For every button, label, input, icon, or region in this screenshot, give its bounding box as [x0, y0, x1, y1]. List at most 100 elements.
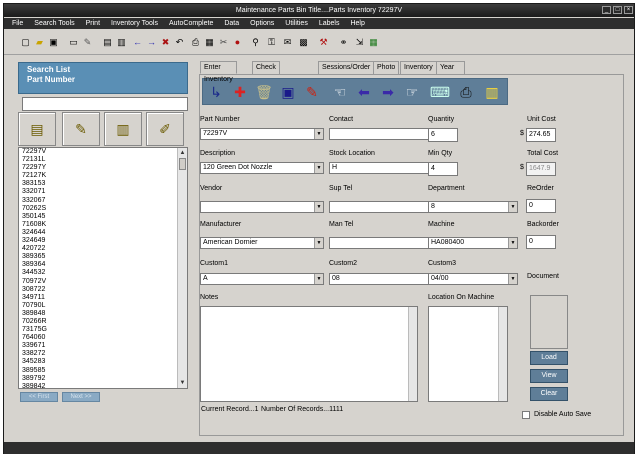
list-item[interactable]: 332071: [19, 188, 187, 196]
part-number-list[interactable]: 72297V 72131L 72297Y 72127K 383153 332071 3320…: [18, 147, 188, 389]
list-item[interactable]: 350145: [19, 213, 187, 221]
menu-file[interactable]: File: [4, 18, 26, 29]
chevron-down-icon[interactable]: ▼: [314, 274, 323, 284]
list-item[interactable]: 70790L: [19, 302, 187, 310]
list-item[interactable]: 420722: [19, 245, 187, 253]
clear-button[interactable]: Clear: [530, 387, 568, 401]
next-arrow-icon[interactable]: ➡: [377, 82, 399, 102]
point-right-icon[interactable]: ☞: [401, 82, 423, 102]
search-input[interactable]: [22, 97, 188, 111]
list-item[interactable]: 70262S: [19, 205, 187, 213]
trash-icon[interactable]: 🗑: [253, 82, 275, 102]
department-combo[interactable]: 8 ▼: [428, 201, 518, 213]
tab-check-parts[interactable]: Check Parts In/Out: [252, 61, 280, 95]
menu-options[interactable]: Options: [242, 18, 277, 29]
list-item[interactable]: 332067: [19, 197, 187, 205]
chevron-down-icon[interactable]: ▼: [508, 274, 517, 284]
list-item[interactable]: 338272: [19, 350, 187, 358]
back-arrow-icon[interactable]: ←: [132, 37, 143, 48]
list-item[interactable]: 70266R: [19, 318, 187, 326]
list-item[interactable]: 345283: [19, 358, 187, 366]
forward-arrow-icon[interactable]: →: [146, 37, 157, 48]
previous-arrow-icon[interactable]: ⬅: [353, 82, 375, 102]
chevron-down-icon[interactable]: ▼: [508, 202, 517, 212]
export-icon[interactable]: ⇲: [354, 37, 365, 48]
location-scrollbar[interactable]: [498, 307, 507, 401]
scroll-thumb[interactable]: [179, 158, 186, 170]
new-icon[interactable]: ▢: [20, 37, 31, 48]
save-icon[interactable]: ▣: [48, 37, 59, 48]
menu-utilities[interactable]: Utilities: [277, 18, 311, 29]
list-item[interactable]: 72131L: [19, 156, 187, 164]
print-icon[interactable]: ⎙: [190, 37, 201, 48]
reorder-field[interactable]: 0: [526, 199, 556, 213]
search-notes-button[interactable]: ✎: [62, 112, 100, 146]
menu-inventory-tools[interactable]: Inventory Tools: [103, 18, 161, 29]
chevron-down-icon[interactable]: ▼: [314, 129, 323, 139]
list-item[interactable]: 389364: [19, 261, 187, 269]
sheet-icon[interactable]: ▦: [368, 37, 379, 48]
barcode-icon[interactable]: ▥: [481, 82, 503, 102]
disable-autosave-checkbox[interactable]: [522, 411, 530, 419]
mail-icon[interactable]: ✉: [282, 37, 293, 48]
part-number-combo[interactable]: 72297V ▼: [200, 128, 324, 140]
document-icon[interactable]: ▤: [102, 37, 113, 48]
notes-scrollbar[interactable]: [408, 307, 417, 401]
list-item[interactable]: 389842: [19, 383, 187, 388]
menu-search-tools[interactable]: Search Tools: [26, 18, 77, 29]
tab-year-charts[interactable]: Year Charts: [436, 61, 465, 83]
list-item[interactable]: 339671: [19, 342, 187, 350]
minimize-button[interactable]: _: [602, 6, 611, 14]
list-item[interactable]: 72297Y: [19, 164, 187, 172]
list-item[interactable]: 72297V: [19, 148, 187, 156]
menu-data[interactable]: Data: [216, 18, 242, 29]
printer-icon[interactable]: ▦: [204, 37, 215, 48]
list-item[interactable]: 389585: [19, 367, 187, 375]
chevron-down-icon[interactable]: ▼: [508, 238, 517, 248]
search-edit-button[interactable]: ✐: [146, 112, 184, 146]
list-item[interactable]: 389848: [19, 310, 187, 318]
unit-cost-field[interactable]: 274.65: [526, 128, 556, 142]
location-textarea[interactable]: [428, 306, 508, 402]
list-item[interactable]: 73175G: [19, 326, 187, 334]
search-list-button[interactable]: ▥: [104, 112, 142, 146]
list-item[interactable]: 349711: [19, 294, 187, 302]
chevron-down-icon[interactable]: ▼: [314, 238, 323, 248]
menu-print[interactable]: Print: [78, 18, 103, 29]
list-item[interactable]: 324644: [19, 229, 187, 237]
search-icon[interactable]: ⚲: [250, 37, 261, 48]
chevron-down-icon[interactable]: ▼: [314, 163, 323, 173]
description-combo[interactable]: 120 Green Dot Nozzle ▼: [200, 162, 324, 174]
printer-label-icon[interactable]: ⎙: [455, 82, 477, 102]
chevron-down-icon[interactable]: ▼: [314, 202, 323, 212]
report-icon[interactable]: ▥: [116, 37, 127, 48]
list-item[interactable]: 324649: [19, 237, 187, 245]
maximize-button[interactable]: □: [613, 6, 622, 14]
link-icon[interactable]: ⚭: [338, 37, 349, 48]
point-left-icon[interactable]: ☜: [329, 82, 351, 102]
load-button[interactable]: Load: [530, 351, 568, 365]
tab-inventory[interactable]: Inventory: [400, 61, 437, 74]
edit-note-icon[interactable]: ✎: [301, 82, 323, 102]
backorder-field[interactable]: 0: [526, 235, 556, 249]
tab-photo[interactable]: Photo: [373, 61, 400, 74]
manufacturer-combo[interactable]: American Dornier ▼: [200, 237, 324, 249]
notes-textarea[interactable]: [200, 306, 418, 402]
scroll-down-icon[interactable]: ▼: [179, 379, 186, 387]
list-item[interactable]: 72127K: [19, 172, 187, 180]
undo-icon[interactable]: ↶: [174, 37, 185, 48]
machine-combo[interactable]: HA080400 ▼: [428, 237, 518, 249]
first-button[interactable]: << First: [20, 392, 58, 402]
tools-icon[interactable]: ✂: [218, 37, 229, 48]
next-button[interactable]: Next >>: [62, 392, 100, 402]
record-icon[interactable]: ●: [232, 37, 243, 48]
list-item[interactable]: 344532: [19, 269, 187, 277]
key-icon[interactable]: ⚿: [266, 37, 277, 48]
scroll-up-icon[interactable]: ▲: [179, 149, 186, 157]
scanner-icon[interactable]: ⌨: [429, 82, 451, 102]
custom3-combo[interactable]: 04/00 ▼: [428, 273, 518, 285]
menu-labels[interactable]: Labels: [311, 18, 343, 29]
list-item[interactable]: 71608K: [19, 221, 187, 229]
close-button[interactable]: ×: [624, 6, 633, 14]
wand-icon[interactable]: ⚒: [318, 37, 329, 48]
